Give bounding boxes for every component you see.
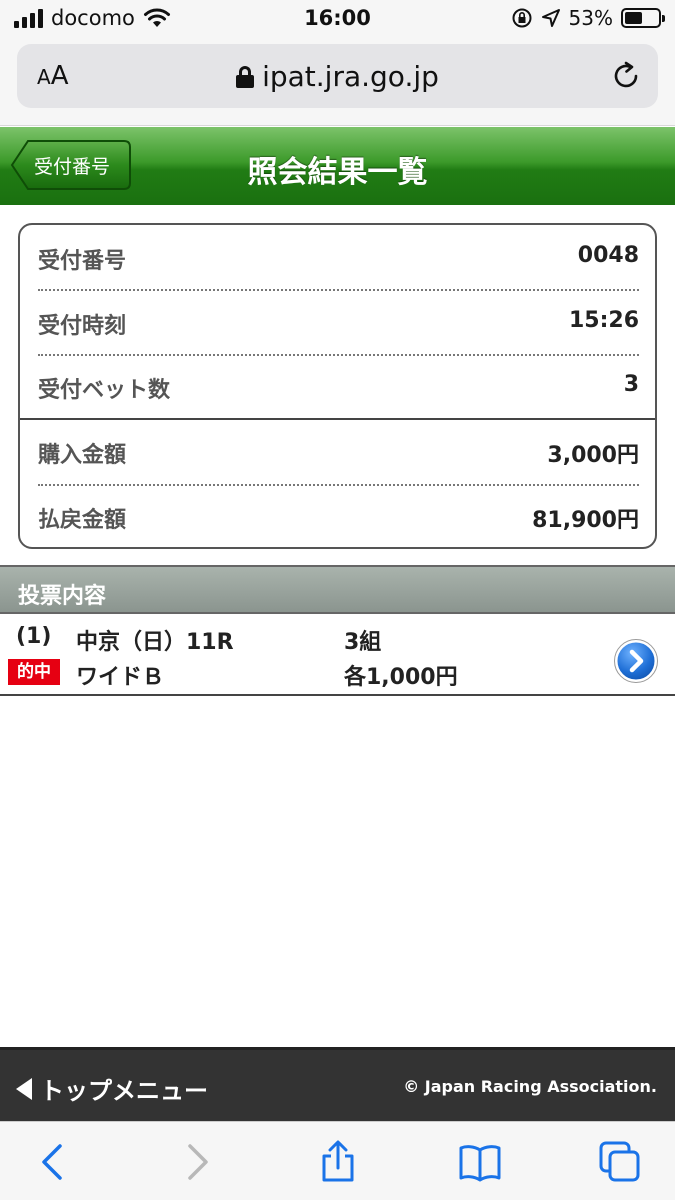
summary-label: 受付ベット数 (38, 378, 171, 403)
ticket-number: (1) (16, 624, 52, 649)
top-menu-link[interactable]: トップメニュー (16, 1071, 208, 1106)
forward-arrow-icon[interactable] (174, 1140, 218, 1184)
ticket-race: 中京（日）11R (76, 630, 234, 655)
status-bar: docomo 16:00 53% (0, 0, 675, 38)
top-menu-label: トップメニュー (40, 1077, 208, 1105)
summary-label: 払戻金額 (38, 508, 127, 533)
summary-value: 3,000円 (547, 443, 639, 468)
address-bar: AA ipat.jra.go.jp (0, 38, 675, 126)
summary-row-payout-amount: 払戻金額 81,900円 (38, 484, 639, 548)
triangle-left-icon (16, 1077, 32, 1100)
hit-badge: 的中 (8, 659, 60, 685)
orientation-lock-icon (512, 8, 532, 28)
bookmarks-icon[interactable] (458, 1140, 502, 1184)
section-title: 投票内容 (18, 584, 107, 609)
ticket-row[interactable]: (1) 中京（日）11R 3組 的中 ワイドＢ 各1,000円 (0, 614, 675, 696)
ticket-combinations: 3組 (344, 630, 382, 655)
detail-chevron-icon[interactable] (614, 639, 658, 683)
url-field[interactable]: AA ipat.jra.go.jp (17, 44, 658, 108)
summary-value: 81,900円 (532, 508, 639, 533)
tabs-icon[interactable] (598, 1140, 642, 1184)
summary-value: 3 (623, 372, 639, 397)
status-right: 53% (511, 6, 665, 30)
lock-icon (236, 66, 255, 88)
summary-card: 受付番号 0048 受付時刻 15:26 受付ベット数 3 購入金額 3,000… (18, 223, 657, 549)
page-header: 受付番号 照会結果一覧 (0, 127, 675, 205)
reload-icon[interactable] (610, 60, 642, 92)
url-display[interactable]: ipat.jra.go.jp (17, 60, 658, 93)
summary-label: 受付時刻 (38, 314, 127, 339)
copyright-text: © Japan Racing Association. (403, 1077, 657, 1096)
summary-value: 15:26 (568, 308, 639, 333)
browser-toolbar (0, 1121, 675, 1200)
ticket-amount: 各1,000円 (344, 665, 458, 690)
summary-row-receipt-time: 受付時刻 15:26 (38, 290, 639, 354)
url-text: ipat.jra.go.jp (262, 60, 439, 93)
back-arrow-icon[interactable] (32, 1140, 76, 1184)
battery-percent: 53% (568, 6, 613, 30)
summary-label: 購入金額 (38, 443, 127, 468)
location-arrow-icon (541, 9, 560, 27)
ticket-bet-type: ワイドＢ (76, 665, 165, 690)
summary-row-purchase-amount: 購入金額 3,000円 (38, 419, 639, 483)
page-title: 照会結果一覧 (247, 155, 428, 190)
summary-row-receipt-number: 受付番号 0048 (38, 225, 639, 289)
footer-bar: トップメニュー © Japan Racing Association. (0, 1047, 675, 1121)
summary-row-bet-count: 受付ベット数 3 (38, 354, 639, 418)
summary-value: 0048 (577, 243, 639, 268)
share-icon[interactable] (316, 1140, 360, 1184)
summary-label: 受付番号 (38, 249, 127, 274)
vote-section-header: 投票内容 (0, 565, 675, 614)
battery-icon (621, 8, 665, 28)
